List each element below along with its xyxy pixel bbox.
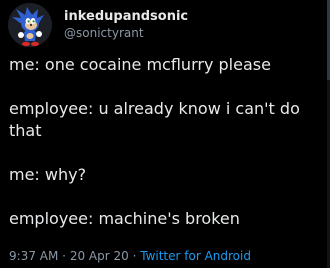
tweet-line: me: why? bbox=[9, 165, 87, 184]
tweet-meta: 9:37 AM · 20 Apr 20 · Twitter for Androi… bbox=[9, 248, 251, 264]
user-handle[interactable]: @sonictyrant bbox=[64, 25, 188, 42]
tweet-source-link[interactable]: Twitter for Android bbox=[140, 249, 251, 263]
meta-separator: · bbox=[62, 249, 66, 263]
sonic-avatar-icon bbox=[8, 3, 52, 47]
tweet-time[interactable]: 9:37 AM bbox=[9, 249, 58, 263]
tweet-header: inkedupandsonic @sonictyrant bbox=[8, 2, 188, 48]
tweet-card: inkedupandsonic @sonictyrant me: one coc… bbox=[0, 0, 330, 268]
tweet-text: me: one cocaine mcflurry please employee… bbox=[9, 54, 321, 230]
meta-separator: · bbox=[132, 249, 137, 263]
tweet-date[interactable]: 20 Apr 20 bbox=[70, 249, 129, 263]
tweet-line: employee: u already know i can't do that bbox=[9, 99, 300, 140]
tweet-line: employee: machine's broken bbox=[9, 209, 240, 228]
user-names: inkedupandsonic @sonictyrant bbox=[64, 8, 188, 42]
avatar[interactable] bbox=[8, 3, 52, 47]
display-name[interactable]: inkedupandsonic bbox=[64, 8, 188, 25]
tweet-line: me: one cocaine mcflurry please bbox=[9, 55, 271, 74]
